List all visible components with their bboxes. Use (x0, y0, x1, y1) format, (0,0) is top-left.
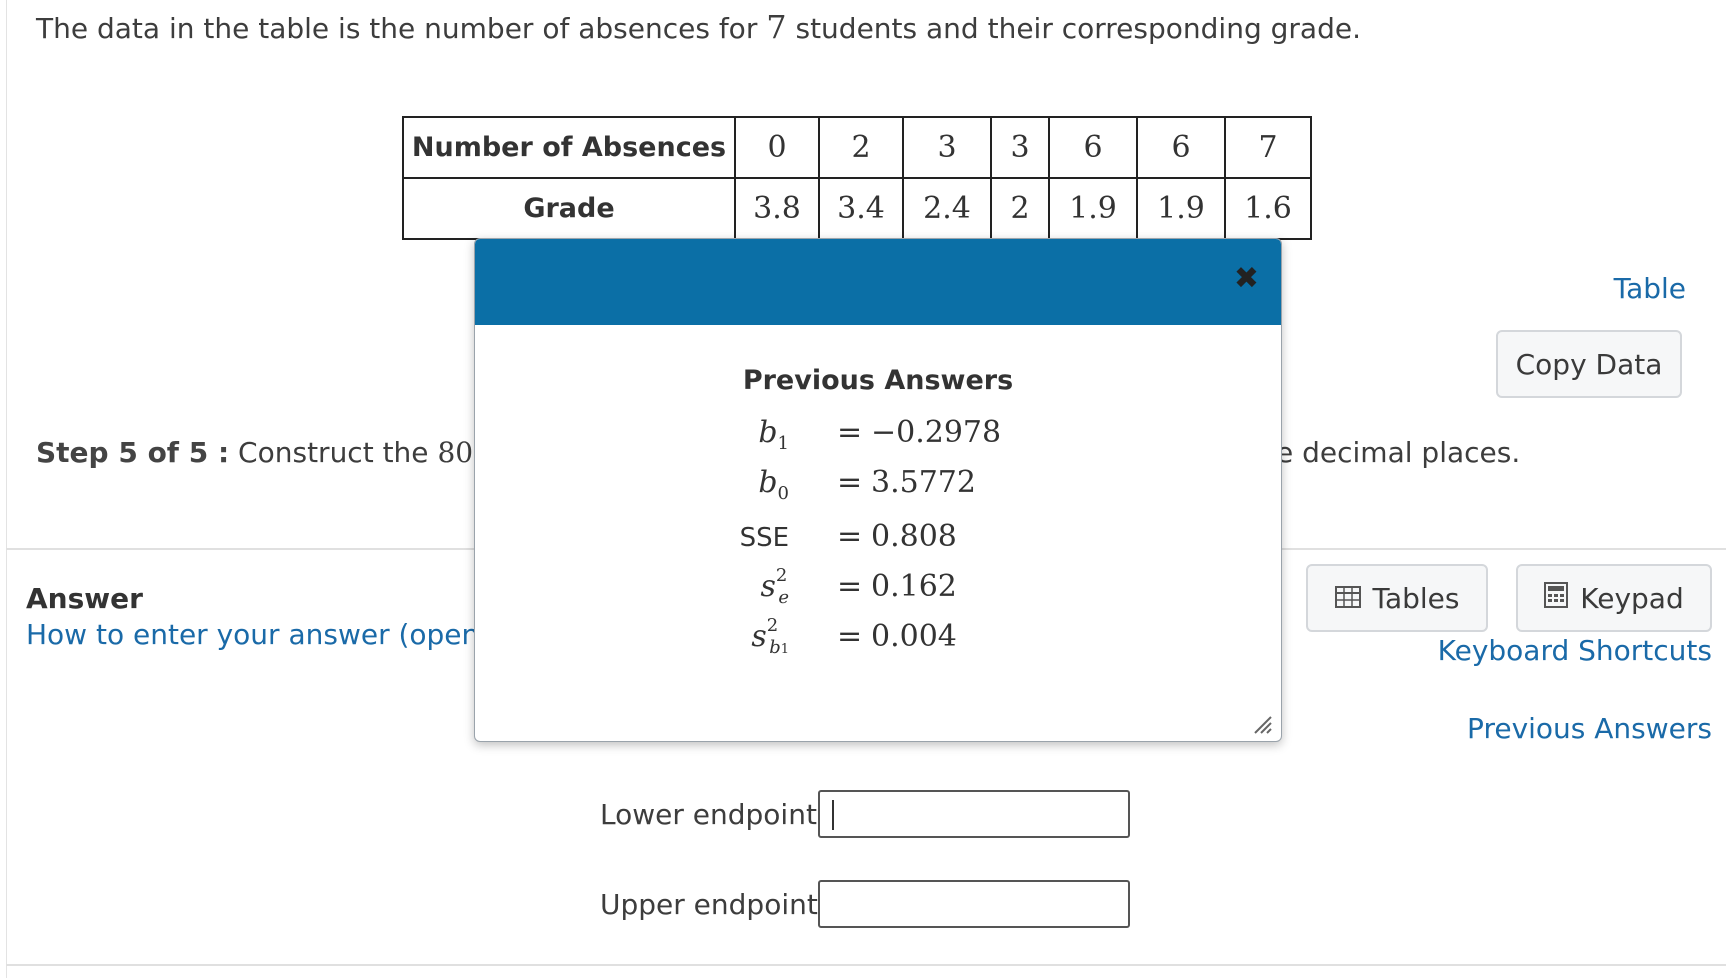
row-header: Number of Absences (402, 116, 736, 179)
data-table: Number of Absences 0 2 3 3 6 6 7 Grade 3… (402, 116, 1312, 240)
left-border (6, 0, 7, 978)
calculator-icon (1544, 581, 1569, 615)
close-icon[interactable]: ✖ (1234, 261, 1259, 296)
table-cell: 3 (990, 116, 1050, 179)
problem-intro: The data in the table is the number of a… (36, 8, 1361, 46)
previous-answers-dialog: ✖ Previous Answers b1 = −0.2978 b0 = 3.5… (474, 238, 1282, 742)
text-caret (832, 800, 834, 830)
lower-endpoint-label: Lower endpoint: (600, 798, 827, 831)
table-cell: 3 (902, 116, 992, 179)
keypad-button-label: Keypad (1580, 581, 1684, 615)
tables-button[interactable]: Tables (1306, 564, 1488, 632)
table-row: Number of Absences 0 2 3 3 6 6 7 (402, 116, 1312, 179)
section-divider (6, 964, 1726, 966)
answer-row-b1: b1 = −0.2978 (758, 415, 1002, 454)
upper-endpoint-input[interactable] (818, 880, 1130, 928)
keyboard-shortcuts-link[interactable]: Keyboard Shortcuts (1438, 634, 1712, 667)
value-sse: 0.808 (871, 519, 957, 554)
answer-heading: Answer (26, 582, 143, 615)
table-cell: 1.9 (1048, 177, 1138, 240)
previous-answers-link[interactable]: Previous Answers (1467, 712, 1712, 745)
dialog-title: Previous Answers (742, 365, 1014, 396)
symbol-sse: SSE (739, 523, 789, 553)
copy-data-button[interactable]: Copy Data (1496, 330, 1682, 398)
symbol-b0: b0 (758, 465, 789, 504)
table-cell: 0 (734, 116, 820, 179)
value-b0: 3.5772 (871, 465, 976, 500)
keypad-button[interactable]: Keypad (1516, 564, 1712, 632)
upper-endpoint-label: Upper endpoint: (600, 888, 828, 921)
table-cell: 3.8 (734, 177, 820, 240)
answer-row-sse: SSE = 0.808 (739, 519, 957, 554)
how-to-enter-answer-link[interactable]: How to enter your answer (opens i (26, 618, 511, 651)
value-b1: −0.2978 (871, 415, 1002, 450)
resize-grip-icon[interactable] (1249, 711, 1273, 735)
symbol-se-squared: s2e (760, 565, 789, 608)
symbol-sb1-squared: s2b1 (751, 615, 789, 658)
step-instruction-tail: e decimal places. (1276, 436, 1521, 469)
table-cell: 2 (818, 116, 904, 179)
table-cell: 2.4 (902, 177, 992, 240)
symbol-b1: b1 (758, 415, 789, 454)
tables-button-label: Tables (1372, 581, 1460, 615)
table-cell: 1.6 (1224, 177, 1312, 240)
answer-row-sb1-squared: s2b1 = 0.004 (751, 615, 957, 658)
value-sb1-squared: 0.004 (871, 619, 957, 654)
lower-endpoint-input[interactable] (818, 790, 1130, 838)
table-cell: 1.9 (1136, 177, 1226, 240)
answer-row-b0: b0 = 3.5772 (758, 465, 976, 504)
table-link[interactable]: Table (1614, 272, 1686, 305)
table-icon (1334, 582, 1361, 615)
step-instruction: Step 5 of 5 : Construct the 80 % (36, 436, 509, 469)
row-header: Grade (402, 177, 736, 240)
table-row: Grade 3.8 3.4 2.4 2 1.9 1.9 1.6 (402, 177, 1312, 240)
table-cell: 3.4 (818, 177, 904, 240)
dialog-header[interactable]: ✖ (475, 239, 1281, 325)
table-cell: 7 (1224, 116, 1312, 179)
table-cell: 6 (1136, 116, 1226, 179)
table-cell: 2 (990, 177, 1050, 240)
answer-row-se2: s2e = 0.162 (760, 565, 957, 608)
value-se-squared: 0.162 (871, 569, 957, 604)
table-cell: 6 (1048, 116, 1138, 179)
